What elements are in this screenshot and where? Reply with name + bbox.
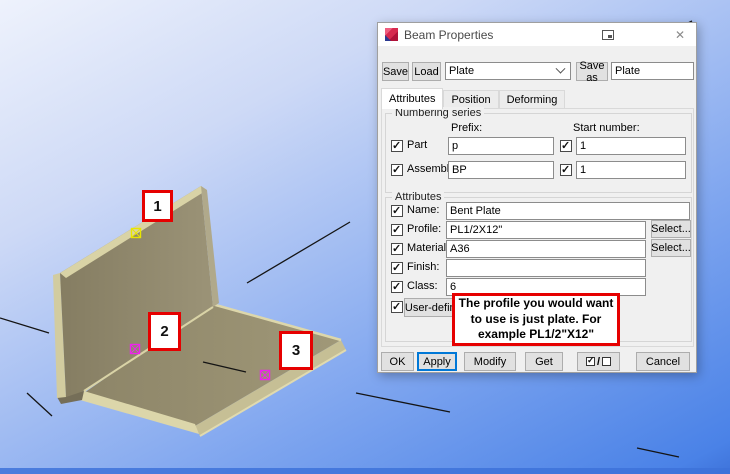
marker-label-1: 1 (142, 190, 173, 222)
close-icon[interactable] (672, 27, 688, 43)
marker-number: 2 (160, 323, 168, 340)
marker-label-2: 2 (148, 312, 181, 351)
dialog-title: Beam Properties (404, 28, 493, 42)
assembly-prefix-input[interactable] (448, 161, 554, 179)
tab-deforming[interactable]: Deforming (499, 90, 566, 109)
user-defined-checkbox[interactable] (391, 301, 403, 313)
material-checkbox[interactable] (391, 243, 403, 255)
toggle-all-checkboxes-button[interactable]: / (577, 352, 620, 371)
assembly-start-input[interactable] (576, 161, 686, 179)
construction-line[interactable] (247, 222, 350, 283)
chevron-down-icon (556, 63, 566, 73)
get-button[interactable]: Get (525, 352, 563, 371)
toggle-separator: / (597, 356, 600, 368)
name-label: Name: (407, 204, 439, 216)
part-start-checkbox[interactable] (560, 140, 572, 152)
save-as-button[interactable]: Save as (576, 62, 608, 81)
numbering-series-group: Numbering series Prefix: Start number: P… (385, 113, 692, 193)
settings-combobox-value: Plate (449, 65, 557, 77)
context-help-icon[interactable] (602, 30, 614, 40)
part-checkbox[interactable] (391, 140, 403, 152)
profile-label: Profile: (407, 223, 441, 235)
construction-line[interactable] (27, 393, 52, 416)
construction-line[interactable] (356, 393, 450, 412)
checked-box-icon (586, 357, 595, 366)
assembly-start-checkbox[interactable] (560, 164, 572, 176)
tekla-logo-icon (385, 28, 398, 41)
modify-button[interactable]: Modify (464, 352, 516, 371)
marker-label-3: 3 (279, 331, 313, 370)
prefix-header: Prefix: (451, 122, 482, 134)
tab-strip: Attributes Position Deforming (381, 88, 565, 109)
unchecked-box-icon (602, 357, 611, 366)
class-label: Class: (407, 280, 438, 292)
profile-input[interactable] (446, 221, 646, 239)
marker-number: 1 (153, 198, 161, 215)
part-start-input[interactable] (576, 137, 686, 155)
load-button[interactable]: Load (412, 62, 441, 81)
part-label: Part (407, 139, 427, 151)
start-number-header: Start number: (573, 122, 640, 134)
name-checkbox[interactable] (391, 205, 403, 217)
apply-button[interactable]: Apply (417, 352, 457, 371)
tab-attributes[interactable]: Attributes (381, 88, 443, 109)
construction-line[interactable] (637, 448, 679, 457)
group-legend: Attributes (392, 191, 444, 203)
assembly-checkbox[interactable] (391, 164, 403, 176)
tutorial-annotation-text: The profile you would want to use is jus… (457, 296, 615, 342)
save-as-input[interactable] (611, 62, 694, 80)
name-input[interactable] (446, 202, 690, 220)
profile-select-button[interactable]: Select... (651, 220, 691, 238)
finish-checkbox[interactable] (391, 262, 403, 274)
cancel-button[interactable]: Cancel (636, 352, 690, 371)
material-select-button[interactable]: Select... (651, 239, 691, 257)
tutorial-annotation: The profile you would want to use is jus… (452, 293, 620, 346)
material-label: Material: (407, 242, 449, 254)
part-prefix-input[interactable] (448, 137, 554, 155)
beam-properties-dialog: Beam Properties Save Load Plate Save as … (377, 22, 697, 373)
settings-combobox[interactable]: Plate (445, 62, 571, 80)
marker-number: 3 (292, 342, 300, 359)
ok-button[interactable]: OK (381, 352, 414, 371)
class-checkbox[interactable] (391, 281, 403, 293)
save-button[interactable]: Save (382, 62, 409, 81)
background-bottom-strip (0, 468, 730, 474)
profile-checkbox[interactable] (391, 224, 403, 236)
bent-plate[interactable] (53, 186, 346, 436)
dialog-titlebar[interactable]: Beam Properties (378, 23, 696, 46)
finish-label: Finish: (407, 261, 439, 273)
finish-input[interactable] (446, 259, 646, 277)
material-input[interactable] (446, 240, 646, 258)
tekla-model-view: 1 2 3 Beam Properties Save Load Plate Sa… (0, 0, 730, 474)
construction-line[interactable] (0, 318, 49, 333)
